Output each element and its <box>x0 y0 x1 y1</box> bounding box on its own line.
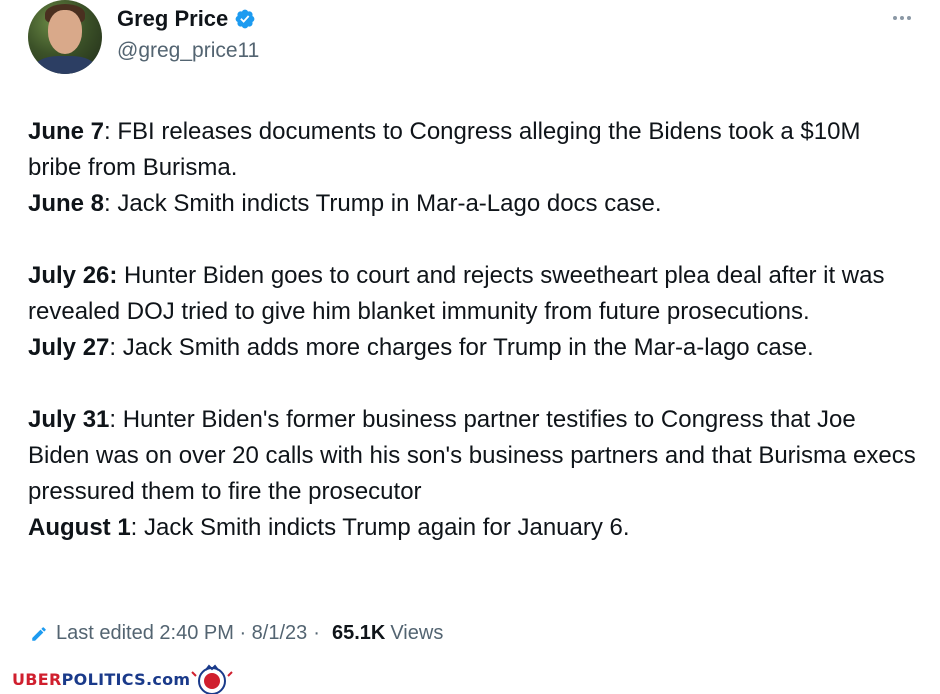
entry-text: : Jack Smith indicts Trump in Mar-a-Lago… <box>104 190 662 217</box>
timeline-entry: June 7: FBI releases documents to Congre… <box>28 114 918 186</box>
entry-text: Hunter Biden goes to court and rejects s… <box>28 262 885 325</box>
entry-text: : Jack Smith adds more charges for Trump… <box>109 334 814 361</box>
entry-date: July 26: <box>28 262 118 289</box>
views-count[interactable]: 65.1K <box>332 622 385 645</box>
entry-text: : Hunter Biden's former business partner… <box>28 406 916 505</box>
avatar[interactable] <box>28 0 102 74</box>
tweet-meta: Last edited 2:40 PM · 8/1/23 · 65.1K Vie… <box>30 622 443 645</box>
timeline-entry: July 31: Hunter Biden's former business … <box>28 402 918 510</box>
author-handle[interactable]: @greg_price11 <box>117 39 259 63</box>
edit-pencil-icon <box>32 626 46 641</box>
edited-timestamp-link[interactable]: Last edited 2:40 PM · 8/1/23 <box>56 622 307 645</box>
entry-date: June 7 <box>28 118 105 145</box>
entry-date: July 27 <box>28 334 110 361</box>
entry-date: June 8 <box>28 190 105 217</box>
uberpolitics-logo <box>191 664 233 694</box>
entry-text: : FBI releases documents to Congress all… <box>28 118 861 181</box>
verified-badge-icon <box>235 9 255 29</box>
entry-date: August 1 <box>28 514 131 541</box>
entry-text: : Jack Smith indicts Trump again for Jan… <box>130 514 630 541</box>
timeline-entry: July 26: Hunter Biden goes to court and … <box>28 258 918 330</box>
author-name-row: Greg Price <box>117 6 256 32</box>
author-name[interactable]: Greg Price <box>117 6 228 32</box>
watermark: UBERPOLITICS.com <box>12 670 190 689</box>
more-options-icon[interactable] <box>893 10 917 26</box>
entry-date: July 31 <box>28 406 110 433</box>
timeline-entry: August 1: Jack Smith indicts Trump again… <box>28 510 918 546</box>
views-label: Views <box>390 622 444 644</box>
timeline-entry: July 27: Jack Smith adds more charges fo… <box>28 330 918 366</box>
watermark-part1: UBER <box>12 670 62 689</box>
meta-separator: · <box>313 622 320 644</box>
tweet-text: June 7: FBI releases documents to Congre… <box>28 114 918 546</box>
timeline-entry: June 8: Jack Smith indicts Trump in Mar-… <box>28 186 918 222</box>
watermark-part2: POLITICS.com <box>61 670 191 689</box>
